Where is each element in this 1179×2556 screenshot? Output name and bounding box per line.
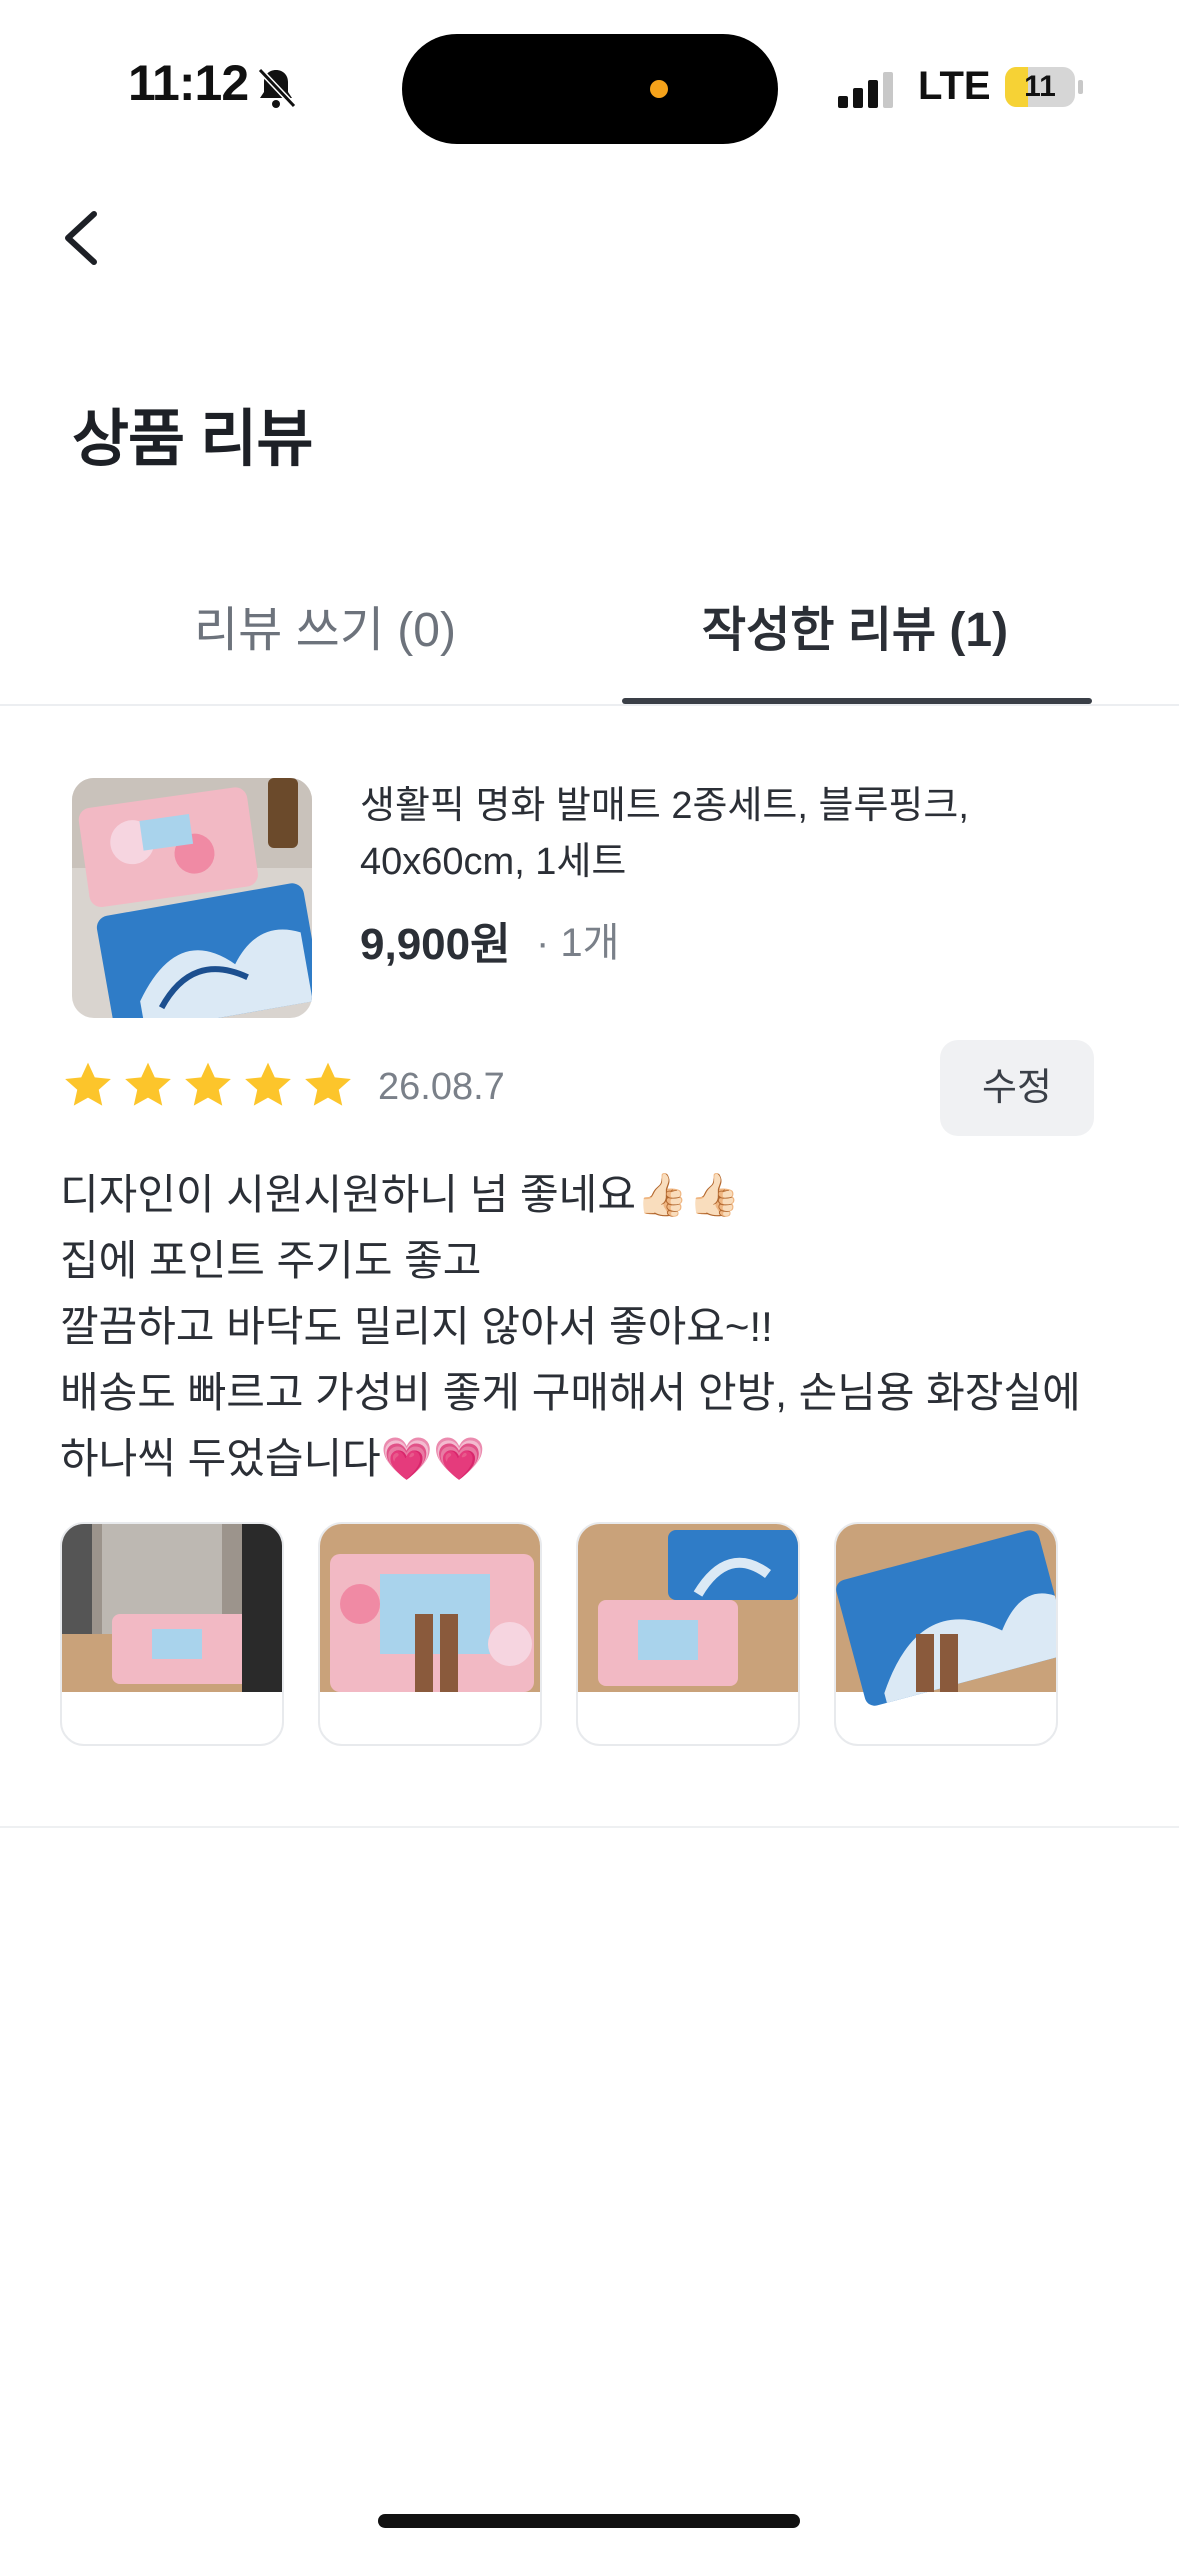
back-button[interactable] xyxy=(56,200,116,276)
review-line: 깔끔하고 바닥도 밀리지 않아서 좋아요~!! xyxy=(60,1303,773,1350)
star-icon xyxy=(125,1062,171,1106)
product-thumbnail[interactable] xyxy=(72,778,312,1018)
section-divider xyxy=(0,1826,1179,1828)
tab-write-review[interactable]: 리뷰 쓰기 (0) xyxy=(90,590,560,700)
signal-icon xyxy=(838,72,893,108)
review-photos xyxy=(60,1522,1058,1746)
review-date: 26.08.7 xyxy=(378,1066,505,1108)
tab-written-reviews[interactable]: 작성한 리뷰 (1) xyxy=(620,590,1090,700)
battery-level: 11 xyxy=(1024,70,1056,103)
edit-review-button[interactable]: 수정 xyxy=(940,1040,1094,1136)
product-name[interactable]: 생활픽 명화 발매트 2종세트, 블루핑크, 40x60cm, 1세트 xyxy=(360,778,1120,890)
review-photo-2[interactable] xyxy=(318,1522,542,1746)
review-line: 디자인이 시원시원하니 넘 좋네요👍🏻👍🏻 xyxy=(60,1171,741,1218)
network-type: LTE xyxy=(918,64,991,108)
review-line: 하나씩 두었습니다💗💗 xyxy=(60,1435,486,1482)
star-rating xyxy=(60,1058,356,1118)
review-page: 11:12 LTE 11 상품 리뷰 리뷰 쓰기 (0) 작성한 리뷰 (1) … xyxy=(0,0,1179,2556)
status-time: 11:12 xyxy=(128,55,249,111)
star-icon xyxy=(185,1062,231,1106)
product-price: 9,900원 xyxy=(360,920,511,969)
review-body: 디자인이 시원시원하니 넘 좋네요👍🏻👍🏻 집에 포인트 주기도 좋고 깔끔하고… xyxy=(60,1162,1120,1492)
star-icon xyxy=(65,1062,111,1106)
product-quantity: · 1개 xyxy=(536,921,620,965)
home-indicator[interactable] xyxy=(378,2514,800,2528)
chevron-left-icon xyxy=(65,211,97,265)
bell-slash-icon xyxy=(257,67,297,109)
status-bar: 11:12 LTE 11 xyxy=(0,0,1179,160)
review-tabs: 리뷰 쓰기 (0) 작성한 리뷰 (1) xyxy=(0,560,1179,706)
dynamic-island xyxy=(402,34,778,144)
review-photo-1[interactable] xyxy=(60,1522,284,1746)
review-line: 집에 포인트 주기도 좋고 xyxy=(60,1237,482,1284)
active-tab-indicator xyxy=(622,698,1092,704)
review-photo-4[interactable] xyxy=(834,1522,1058,1746)
page-title: 상품 리뷰 xyxy=(72,405,313,474)
privacy-indicator-dot xyxy=(650,80,668,98)
review-photo-3[interactable] xyxy=(576,1522,800,1746)
review-line: 배송도 빠르고 가성비 좋게 구매해서 안방, 손님용 화장실에 xyxy=(60,1369,1081,1416)
star-icon xyxy=(245,1062,291,1106)
star-icon xyxy=(305,1062,351,1106)
